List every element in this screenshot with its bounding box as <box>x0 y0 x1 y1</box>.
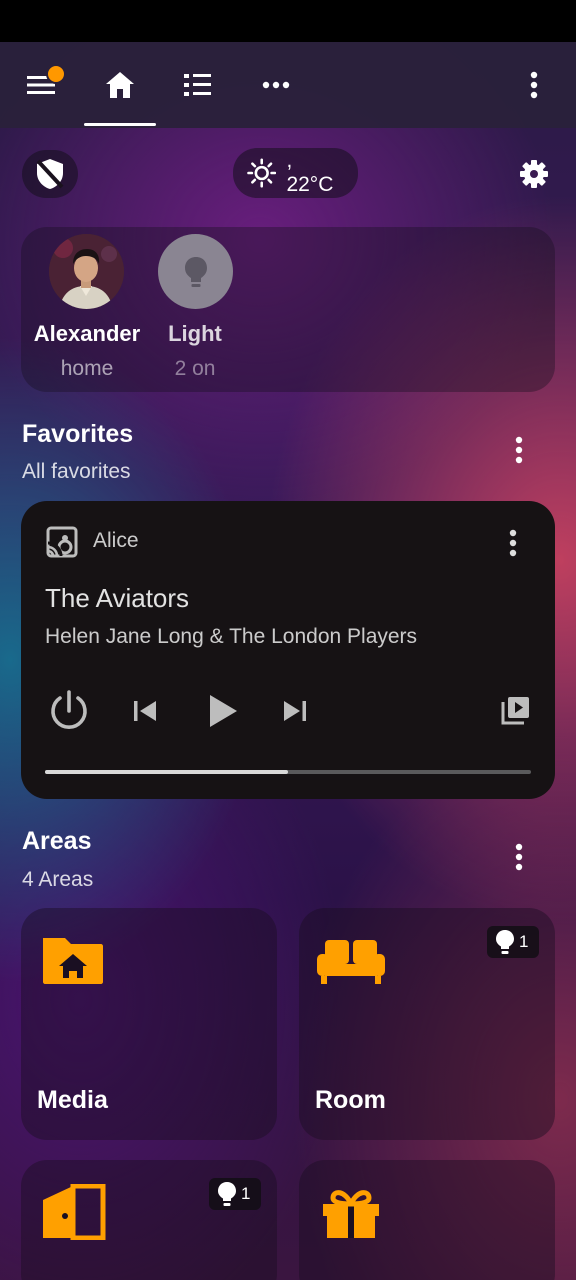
status-bar <box>0 0 576 42</box>
lightbulb-icon <box>496 930 514 954</box>
notification-dot <box>46 64 66 84</box>
area-card-door[interactable]: 1 <box>21 1160 277 1280</box>
settings-button[interactable] <box>512 150 556 198</box>
area-name: Room <box>315 1086 386 1114</box>
area-lights-badge: 1 <box>487 926 539 958</box>
lightbulb-icon <box>218 1182 236 1206</box>
badges-card: Alexander home Light 2 on <box>21 227 555 392</box>
media-title: The Aviators <box>45 583 190 613</box>
area-card-media[interactable]: Media <box>21 908 277 1140</box>
more-vertical-icon <box>509 529 517 557</box>
weather-chip[interactable]: , 22°C <box>233 148 358 198</box>
more-horizontal-icon <box>262 81 290 89</box>
skip-next-icon <box>284 701 306 721</box>
previous-track-button[interactable] <box>125 691 165 731</box>
tab-home[interactable] <box>84 42 156 128</box>
media-menu-button[interactable] <box>493 523 533 563</box>
gift-icon <box>323 1190 379 1238</box>
next-track-button[interactable] <box>275 691 315 731</box>
sofa-icon <box>317 940 385 984</box>
power-button[interactable] <box>45 687 93 735</box>
sunny-icon <box>247 158 277 188</box>
media-progress-bar[interactable] <box>45 770 531 774</box>
avatar <box>49 234 124 309</box>
skip-previous-icon <box>134 701 156 721</box>
section-subtitle-areas: 4 Areas <box>22 868 94 891</box>
light-badge[interactable]: Light 2 on <box>155 227 235 392</box>
overflow-menu-button[interactable] <box>510 42 558 128</box>
badge-name: Light <box>168 321 222 346</box>
play-button[interactable] <box>199 687 247 735</box>
menu-button[interactable] <box>14 42 70 128</box>
tab-list[interactable] <box>164 42 232 128</box>
playlist-play-icon <box>501 697 529 725</box>
media-player-name: Alice <box>93 529 139 552</box>
media-browse-button[interactable] <box>495 689 537 731</box>
section-title-favorites: Favorites <box>22 420 134 448</box>
play-icon <box>210 695 237 727</box>
tab-more[interactable] <box>242 42 310 128</box>
list-icon <box>184 74 211 96</box>
area-lights-count: 1 <box>519 932 529 951</box>
folder-home-icon <box>43 938 103 984</box>
area-card-room[interactable]: 1 Room <box>299 908 555 1140</box>
gear-icon <box>520 160 548 188</box>
power-icon <box>51 690 87 729</box>
top-app-bar <box>0 42 576 128</box>
home-icon <box>106 72 134 98</box>
door-icon <box>43 1184 106 1240</box>
person-badge-alexander[interactable]: Alexander home <box>21 227 153 392</box>
more-vertical-icon <box>515 843 523 871</box>
badge-name: Alexander <box>33 321 141 346</box>
areas-menu-button[interactable] <box>499 837 539 877</box>
badge-state: 2 on <box>174 357 216 380</box>
area-lights-count: 1 <box>241 1184 251 1203</box>
media-player-card[interactable]: Alice The Aviators Helen Jane Long & The… <box>21 501 555 799</box>
lightbulb-icon <box>184 256 207 287</box>
weather-text: , 22°C <box>286 149 334 196</box>
badge-state: home <box>60 357 114 380</box>
alarm-chip[interactable] <box>22 150 78 198</box>
tab-indicator <box>84 123 156 126</box>
media-progress-fill <box>45 770 288 774</box>
shield-off-icon <box>36 159 64 189</box>
section-title-areas: Areas <box>22 827 92 855</box>
area-card-gift[interactable] <box>299 1160 555 1280</box>
section-subtitle-favorites: All favorites <box>22 460 131 483</box>
area-lights-badge: 1 <box>209 1178 261 1210</box>
media-artist: Helen Jane Long & The London Players <box>45 625 418 648</box>
favorites-menu-button[interactable] <box>499 430 539 470</box>
speaker-cast-icon <box>46 526 78 558</box>
light-badge-circle <box>158 234 233 309</box>
more-vertical-icon <box>515 436 523 464</box>
area-name: Media <box>37 1086 108 1114</box>
more-vertical-icon <box>530 71 538 99</box>
